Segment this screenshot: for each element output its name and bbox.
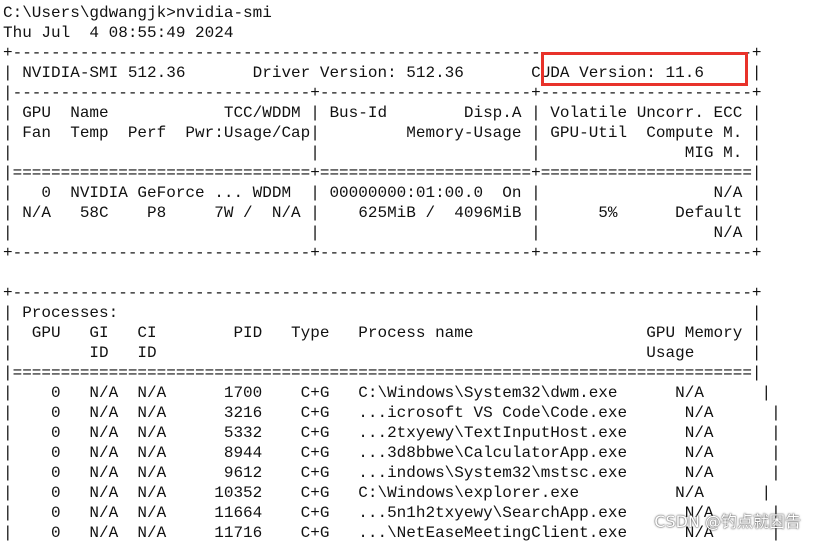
process-row: | 0 N/A N/A 3216 C+G ...icrosoft VS Code… (3, 404, 781, 422)
process-row: | 0 N/A N/A 1700 C+G C:\Windows\System32… (3, 384, 772, 402)
gpu-info-line: | | | N/A | (3, 224, 762, 242)
processes-header-line: | ID ID Usage | (3, 344, 762, 362)
border-line: +---------------------------------------… (3, 284, 762, 302)
terminal-output[interactable]: C:\Users\gdwangjk>nvidia-smi Thu Jul 4 0… (0, 0, 816, 542)
gpu-info-line: | N/A 58C P8 7W / N/A | 625MiB / 4096MiB… (3, 204, 762, 222)
gpu-header-line: | Fan Temp Perf Pwr:Usage/Cap| Memory-Us… (3, 124, 762, 142)
watermark-text: CSDN @钓点就困告 (654, 512, 801, 531)
gpu-header-line: | | | MIG M. | (3, 144, 762, 162)
process-row: | 0 N/A N/A 10352 C+G C:\Windows\explore… (3, 484, 772, 502)
processes-title-line: | Processes: | (3, 304, 762, 322)
command-prompt-line: C:\Users\gdwangjk>nvidia-smi (3, 4, 272, 22)
processes-header-line: | GPU GI CI PID Type Process name GPU Me… (3, 324, 762, 342)
separator-line: |=======================================… (3, 364, 762, 382)
separator-line: |===============================+=======… (3, 164, 762, 182)
gpu-header-line: | GPU Name TCC/WDDM | Bus-Id Disp.A | Vo… (3, 104, 762, 122)
process-row: | 0 N/A N/A 8944 C+G ...3d8bbwe\Calculat… (3, 444, 781, 462)
border-line: +-------------------------------+-------… (3, 244, 762, 262)
gpu-info-line: | 0 NVIDIA GeForce ... WDDM | 00000000:0… (3, 184, 762, 202)
process-row: | 0 N/A N/A 5332 C+G ...2txyewy\TextInpu… (3, 424, 781, 442)
cuda-version-highlight (541, 52, 748, 86)
separator-line: |-------------------------------+-------… (3, 84, 762, 102)
timestamp-line: Thu Jul 4 08:55:49 2024 (3, 24, 234, 42)
process-row: | 0 N/A N/A 9612 C+G ...indows\System32\… (3, 464, 781, 482)
